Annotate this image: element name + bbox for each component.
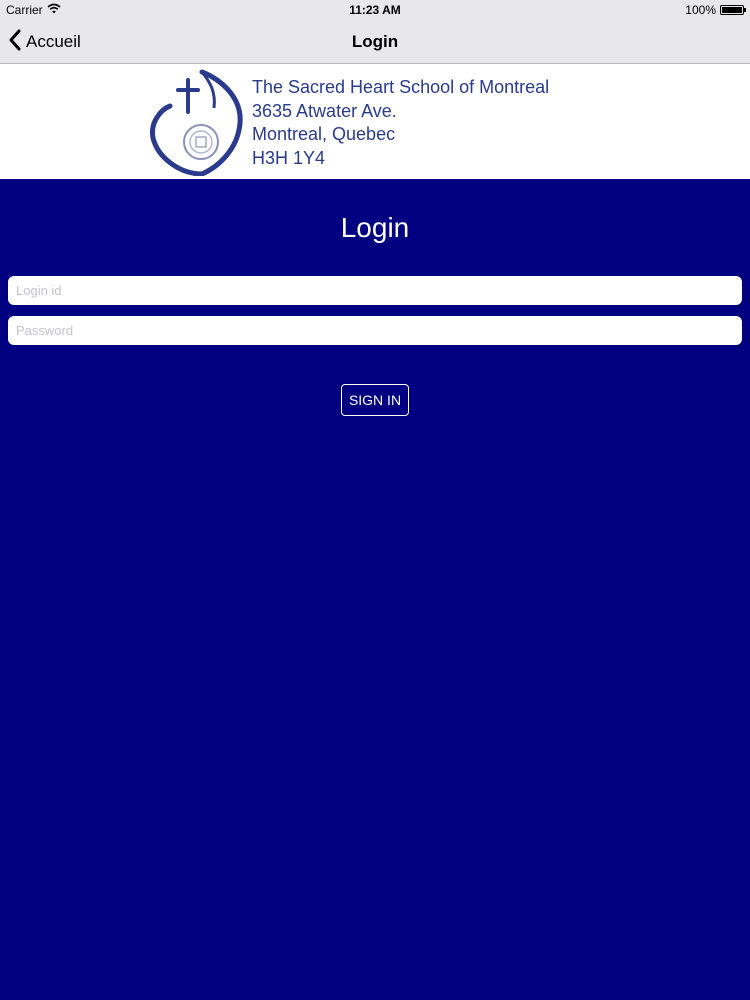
sacred-heart-logo bbox=[150, 69, 243, 176]
school-street: 3635 Atwater Ave. bbox=[252, 100, 397, 121]
sign-in-button[interactable]: SIGN IN bbox=[341, 384, 409, 416]
status-bar: Carrier 11:23 AM 100% bbox=[0, 0, 750, 20]
status-right: 100% bbox=[685, 3, 746, 17]
password-input[interactable] bbox=[8, 316, 742, 345]
battery-icon bbox=[720, 5, 746, 15]
school-postal-code: H3H 1Y4 bbox=[252, 147, 326, 168]
school-city: Montreal, Quebec bbox=[252, 124, 396, 144]
school-name: The Sacred Heart School of Montreal bbox=[252, 77, 550, 97]
login-heading: Login bbox=[340, 212, 410, 243]
clock-label: 11:23 AM bbox=[349, 3, 401, 17]
nav-title: Login bbox=[351, 32, 399, 51]
login-id-input[interactable] bbox=[8, 276, 742, 305]
school-header: The Sacred Heart School of Montreal 3635… bbox=[0, 64, 750, 179]
navigation-bar: Accueil Login bbox=[0, 20, 750, 64]
battery-percent: 100% bbox=[685, 3, 716, 17]
school-address: The Sacred Heart School of Montreal 3635… bbox=[252, 76, 549, 170]
